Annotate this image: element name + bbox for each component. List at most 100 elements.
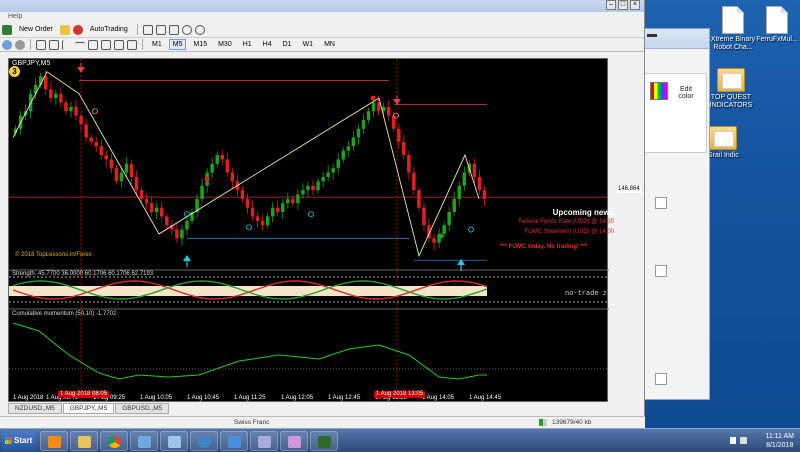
- candle: [291, 198, 295, 204]
- candle: [240, 190, 245, 199]
- candle: [472, 163, 477, 177]
- start-button[interactable]: Start: [2, 431, 36, 451]
- background-window-titlebar[interactable]: [641, 29, 709, 49]
- checkbox[interactable]: [655, 265, 667, 277]
- close-button[interactable]: ×: [630, 0, 640, 10]
- folder-icon: [709, 126, 737, 150]
- text-tool-icon[interactable]: [114, 39, 124, 50]
- folder-icon: [717, 68, 745, 92]
- candle: [275, 207, 280, 213]
- settings-icon[interactable]: [15, 39, 25, 50]
- tab-gbpusd[interactable]: GBPUSD,,M5: [115, 403, 170, 414]
- candle: [432, 238, 436, 243]
- network-icon: [198, 436, 211, 448]
- edit-color-label[interactable]: Edit color: [672, 86, 700, 100]
- news-line-2: FOMC Statement (USD) @ 14:00: [524, 229, 614, 235]
- label-tool-icon[interactable]: [127, 39, 137, 50]
- timeframe-h4[interactable]: H4: [259, 39, 276, 50]
- timeframe-m1[interactable]: M1: [148, 39, 166, 50]
- taskbar-media[interactable]: [40, 431, 68, 451]
- timeframe-h1[interactable]: H1: [239, 39, 256, 50]
- palette-icon[interactable]: [650, 82, 668, 100]
- desktop-icon-ferrufx[interactable]: FerruFxMul...: [752, 6, 800, 44]
- cursor-icon[interactable]: [36, 39, 46, 50]
- crosshair-icon[interactable]: [49, 39, 59, 50]
- background-window[interactable]: Edit color: [640, 28, 710, 400]
- vertical-line-icon[interactable]: [62, 39, 72, 50]
- candle: [402, 141, 406, 156]
- checkbox[interactable]: [655, 197, 667, 209]
- candle: [33, 84, 38, 94]
- window-icon: [138, 436, 151, 448]
- drawing-toolbar: M1 M5 M15 M30 H1 H4 D1 W1 MN: [0, 38, 644, 52]
- maximize-button[interactable]: □: [618, 0, 628, 10]
- timeframe-m15[interactable]: M15: [189, 39, 211, 50]
- candle-chart-icon[interactable]: [155, 24, 166, 35]
- candle: [270, 207, 275, 217]
- metaeditor-icon[interactable]: [59, 24, 70, 35]
- window-titlebar[interactable]: – □ ×: [0, 0, 644, 12]
- candle: [371, 102, 376, 112]
- candle: [321, 176, 325, 182]
- candle: [296, 194, 300, 204]
- tab-gbpjpy[interactable]: GBPJPY,,M5: [62, 403, 115, 414]
- clock-time: 11:11 AM: [765, 433, 794, 440]
- candle: [104, 155, 109, 160]
- candle: [59, 93, 63, 103]
- fomc-warning: *** FOMC today. No trading! ***: [500, 244, 588, 250]
- time-axis-label: 1 Aug 11:25: [234, 395, 266, 401]
- volume-icon[interactable]: [740, 437, 747, 444]
- candle: [482, 190, 487, 199]
- sell-arrow: [77, 67, 85, 73]
- candle: [124, 163, 129, 173]
- flag-icon[interactable]: [730, 437, 736, 444]
- candle: [346, 146, 351, 151]
- taskbar-app-7[interactable]: [220, 431, 248, 451]
- clock-icon[interactable]: [2, 39, 12, 50]
- candle: [144, 198, 149, 204]
- system-tray[interactable]: [730, 437, 752, 445]
- timeframe-w1[interactable]: W1: [299, 39, 318, 50]
- timeframe-d1[interactable]: D1: [279, 39, 296, 50]
- zoom-in-icon[interactable]: [181, 24, 192, 35]
- horizontal-line-icon[interactable]: [75, 42, 85, 52]
- taskbar-chrome[interactable]: [100, 431, 128, 451]
- candle: [311, 185, 315, 191]
- checkbox[interactable]: [655, 373, 667, 385]
- zoom-out-icon[interactable]: [194, 24, 205, 35]
- candle: [84, 124, 88, 138]
- candle: [225, 159, 230, 173]
- trendline-icon[interactable]: [88, 39, 98, 50]
- candle: [49, 89, 53, 99]
- taskbar-app-6[interactable]: [190, 431, 218, 451]
- channel-icon[interactable]: [101, 39, 111, 50]
- taskbar-app-8[interactable]: [250, 431, 278, 451]
- candle: [185, 220, 189, 230]
- candle: [200, 185, 204, 199]
- candle: [134, 176, 139, 191]
- menu-help[interactable]: Help: [0, 12, 644, 22]
- taskbar-app-4[interactable]: [130, 431, 158, 451]
- sell-dot: [204, 176, 210, 182]
- candle: [417, 190, 421, 208]
- timeframe-mn[interactable]: MN: [320, 39, 339, 50]
- bar-chart-icon[interactable]: [142, 24, 153, 35]
- taskbar-clock[interactable]: 11:11 AM 8/1/2018: [765, 432, 794, 450]
- candle: [265, 216, 270, 226]
- taskbar-app-5[interactable]: [160, 431, 188, 451]
- taskbar-explorer[interactable]: [70, 431, 98, 451]
- taskbar-app-9[interactable]: [280, 431, 308, 451]
- new-order-button[interactable]: New Order: [15, 24, 57, 35]
- taskbar-metatrader[interactable]: [310, 431, 338, 451]
- candle: [165, 216, 169, 226]
- candle: [245, 198, 250, 208]
- line-chart-icon[interactable]: [168, 24, 179, 35]
- autotrading-button[interactable]: AutoTrading: [86, 24, 132, 35]
- minimize-button[interactable]: –: [606, 0, 616, 10]
- minimize-icon[interactable]: [647, 34, 657, 37]
- timeframe-m30[interactable]: M30: [214, 39, 236, 50]
- candle: [114, 168, 119, 182]
- timeframe-m5[interactable]: M5: [168, 39, 187, 50]
- candle: [306, 185, 310, 191]
- tab-nzdusd[interactable]: NZDUSD,,M5: [8, 403, 62, 414]
